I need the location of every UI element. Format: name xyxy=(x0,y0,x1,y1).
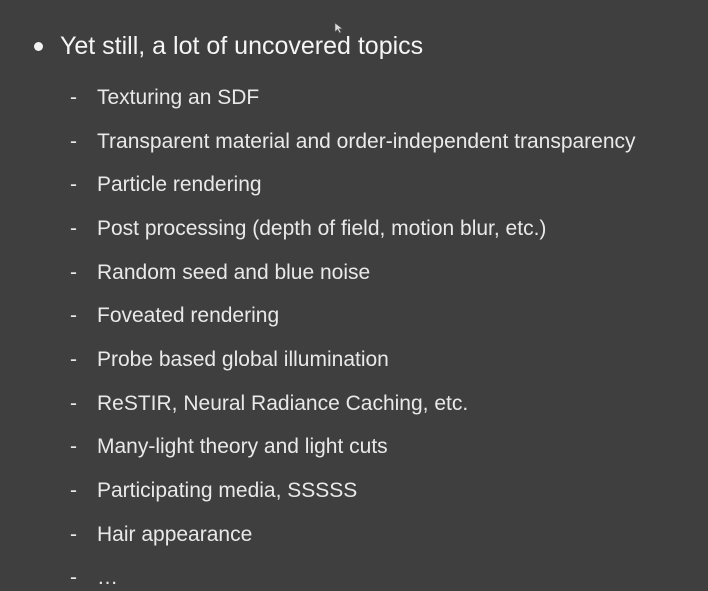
dash-marker: - xyxy=(70,566,77,590)
sub-bullet-text: Participating media, SSSSS xyxy=(97,479,358,503)
sub-bullet-text: … xyxy=(97,566,118,590)
slide-canvas: Yet still, a lot of uncovered topics - Te… xyxy=(0,0,708,591)
sub-bullet-item: - ReSTIR, Neural Radiance Caching, etc. xyxy=(70,382,636,426)
sub-bullet-list: - Texturing an SDF - Transparent material a… xyxy=(70,76,636,591)
sub-bullet-item: - Hair appearance xyxy=(70,513,636,557)
dash-marker: - xyxy=(70,522,77,546)
dash-marker: - xyxy=(70,173,77,197)
sub-bullet-text: Random seed and blue noise xyxy=(97,260,371,284)
sub-bullet-text: Post processing (depth of field, motion … xyxy=(97,216,547,240)
main-bullet-text: Yet still, a lot of uncovered topics xyxy=(60,31,424,60)
sub-bullet-text: Texturing an SDF xyxy=(97,85,260,109)
sub-bullet-item: - Foveated rendering xyxy=(70,294,636,338)
sub-bullet-text: Transparent material and order-independe… xyxy=(97,129,636,153)
sub-bullet-text: Probe based global illumination xyxy=(97,347,389,371)
sub-bullet-text: Many-light theory and light cuts xyxy=(97,435,388,459)
sub-bullet-item: - Texturing an SDF xyxy=(70,76,636,120)
sub-bullet-item: - Transparent material and order-independ… xyxy=(70,120,636,164)
main-bullet: Yet still, a lot of uncovered topics xyxy=(30,30,423,62)
sub-bullet-text: Hair appearance xyxy=(97,522,253,546)
sub-bullet-text: ReSTIR, Neural Radiance Caching, etc. xyxy=(97,391,469,415)
dash-marker: - xyxy=(70,304,77,328)
sub-bullet-item: - Particle rendering xyxy=(70,163,636,207)
dash-marker: - xyxy=(70,479,77,503)
sub-bullet-item: -… xyxy=(70,557,636,591)
sub-bullet-item: - Participating media, SSSSS xyxy=(70,469,636,513)
bullet-dot-icon xyxy=(34,41,43,51)
dash-marker: - xyxy=(70,347,77,371)
sub-bullet-item: - Random seed and blue noise xyxy=(70,251,636,295)
dash-marker: - xyxy=(70,391,77,415)
dash-marker: - xyxy=(70,216,77,240)
sub-bullet-text: Foveated rendering xyxy=(97,304,280,328)
sub-bullet-item: - Post processing (depth of field, motion… xyxy=(70,207,636,251)
sub-bullet-item: - Probe based global illumination xyxy=(70,338,636,382)
sub-bullet-text: Particle rendering xyxy=(97,173,262,197)
dash-marker: - xyxy=(70,435,77,459)
dash-marker: - xyxy=(70,85,77,109)
sub-bullet-item: - Many-light theory and light cuts xyxy=(70,426,636,470)
dash-marker: - xyxy=(70,260,77,284)
dash-marker: - xyxy=(70,129,77,153)
